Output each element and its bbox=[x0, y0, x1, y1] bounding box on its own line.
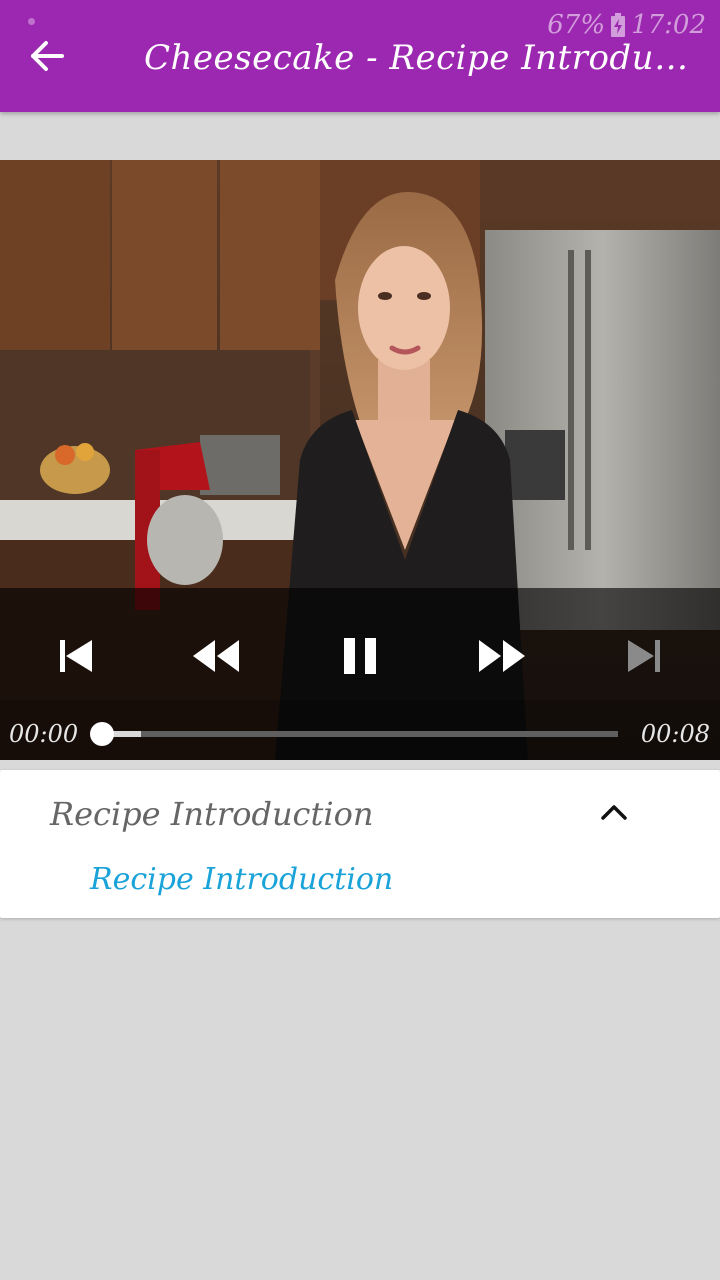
fast-forward-icon bbox=[479, 640, 525, 672]
recipe-group-title: Recipe Introduction bbox=[50, 795, 374, 833]
skip-previous-icon bbox=[60, 640, 92, 672]
skip-next-button[interactable] bbox=[608, 624, 680, 688]
total-time: 00:08 bbox=[640, 720, 710, 748]
recipe-item-link[interactable]: Recipe Introduction bbox=[90, 856, 393, 904]
player-controls: 00:00 00:08 bbox=[0, 588, 720, 760]
pause-button[interactable] bbox=[324, 624, 396, 688]
page-title: Cheesecake - Recipe Introdu… bbox=[144, 38, 689, 78]
rewind-icon bbox=[193, 640, 239, 672]
skip-previous-button[interactable] bbox=[40, 624, 112, 688]
seek-thumb[interactable] bbox=[90, 722, 114, 746]
recipe-section-card: Recipe Introduction Recipe Introduction bbox=[0, 770, 720, 918]
skip-next-icon bbox=[628, 640, 660, 672]
back-button[interactable] bbox=[18, 30, 78, 82]
rewind-button[interactable] bbox=[180, 624, 252, 688]
current-time: 00:00 bbox=[9, 720, 79, 748]
recipe-group-header[interactable]: Recipe Introduction bbox=[0, 770, 720, 856]
pause-icon bbox=[344, 638, 376, 674]
notification-dot bbox=[28, 18, 35, 25]
seek-bar[interactable] bbox=[90, 722, 618, 746]
app-bar: 67% 17:02 Cheesecake - Recipe Introdu… bbox=[0, 0, 720, 112]
fast-forward-button[interactable] bbox=[466, 624, 538, 688]
video-player[interactable]: 00:00 00:08 bbox=[0, 160, 720, 760]
chevron-up-icon[interactable] bbox=[596, 796, 632, 828]
arrow-left-icon bbox=[31, 41, 64, 71]
